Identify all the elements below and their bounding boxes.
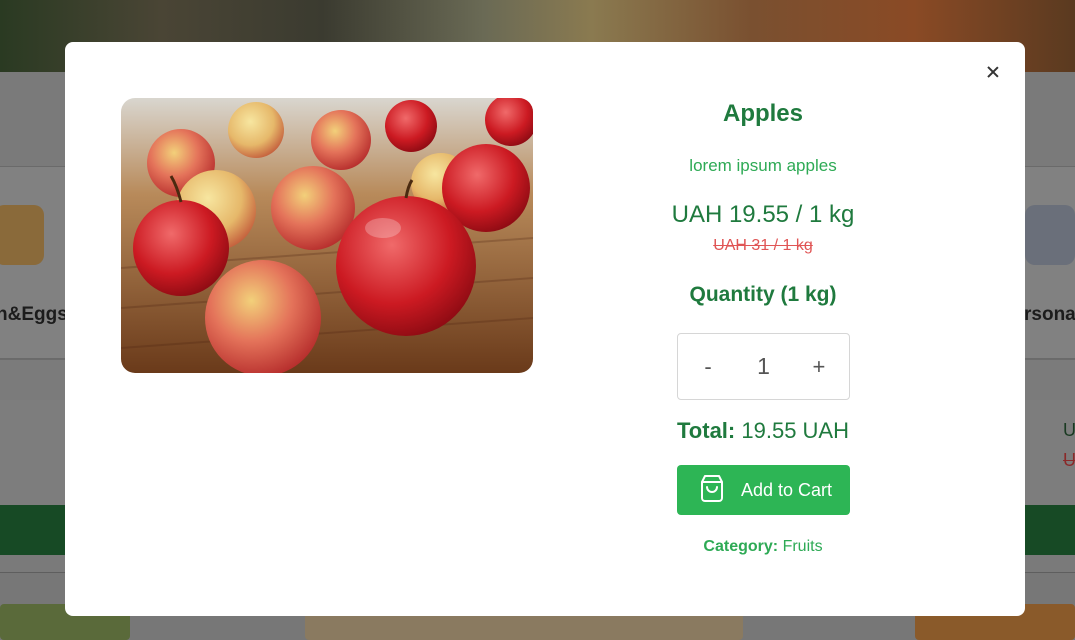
background-category-icon — [1025, 205, 1075, 265]
decrement-button[interactable]: - — [678, 354, 738, 380]
add-to-cart-label: Add to Cart — [741, 479, 833, 500]
shopping-bag-icon — [697, 473, 727, 508]
quantity-title: Quantity (1 kg) — [689, 283, 837, 306]
product-title: Apples — [722, 100, 803, 127]
increment-button[interactable]: + — [789, 354, 849, 380]
background-category-icon — [0, 205, 44, 265]
background-old-price-partial: U — [1063, 450, 1075, 470]
quantity-value[interactable]: 1 — [757, 353, 770, 380]
category-value[interactable]: Fruits — [783, 538, 823, 555]
total-value: 19.55 UAH — [741, 418, 849, 443]
product-price: UAH 19.55 / 1 kg — [671, 201, 855, 228]
total-label: Total: — [677, 418, 736, 443]
product-image — [121, 98, 533, 373]
close-icon[interactable] — [983, 62, 1003, 82]
quantity-stepper: - 1 + — [677, 333, 850, 400]
total: Total: 19.55 UAH — [613, 418, 913, 444]
product-modal: Apples lorem ipsum apples UAH 19.55 / 1 … — [65, 42, 1025, 616]
background-category-label: rsona — [1024, 304, 1075, 325]
apples-photo — [121, 98, 533, 373]
product-old-price: UAH 31 / 1 kg — [713, 237, 813, 254]
add-to-cart-button[interactable]: Add to Cart — [677, 465, 850, 515]
category-label: Category: — [703, 538, 779, 555]
background-price-partial: U — [1063, 420, 1075, 440]
product-category: Category: Fruits — [613, 538, 913, 556]
product-description: lorem ipsum apples — [689, 156, 837, 175]
background-category-label: n&Eggs — [0, 304, 68, 325]
